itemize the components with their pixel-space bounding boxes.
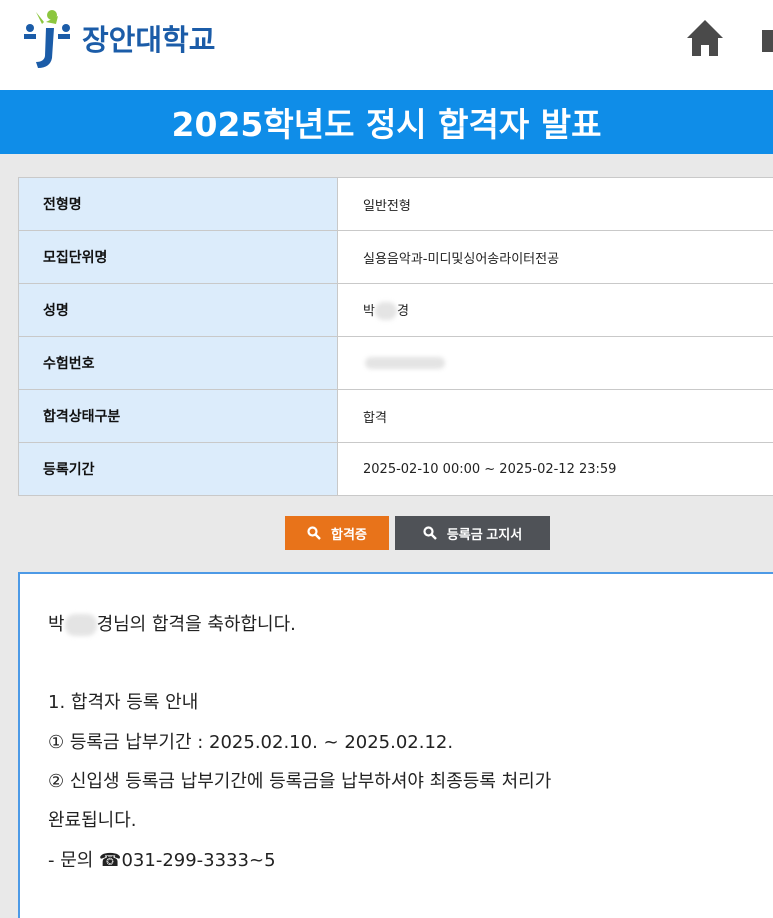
- logo-text: 장안대학교: [82, 23, 216, 57]
- site-header: 장안대학교: [0, 0, 773, 90]
- search-icon: [307, 526, 321, 540]
- table-row: 전형명 일반전형: [18, 177, 773, 231]
- search-icon: [423, 526, 437, 540]
- table-row: 수험번호: [18, 336, 773, 390]
- row-label: 전형명: [18, 177, 338, 231]
- name-suffix: 경: [396, 303, 409, 319]
- pass-status: 합격: [337, 389, 773, 443]
- university-logo[interactable]: 장안대학교: [16, 6, 215, 70]
- result-table: 전형명 일반전형 모집단위명 실용음악과-미디및싱어송라이터전공 성명 박경 수…: [18, 177, 773, 496]
- name-prefix: 박: [363, 303, 375, 319]
- row-label: 수험번호: [18, 336, 338, 390]
- action-buttons: 합격증 등록금 고지서: [285, 516, 550, 550]
- row-label: 모집단위명: [18, 230, 338, 284]
- payment-period-line: ① 등록금 납부기간 : 2025.02.10. ~ 2025.02.12.: [48, 732, 454, 753]
- table-row: 모집단위명 실용음악과-미디및싱어송라이터전공: [18, 230, 773, 284]
- row-label: 합격상태구분: [18, 389, 338, 443]
- registration-period: 2025-02-10 00:00 ~ 2025-02-12 23:59: [337, 442, 773, 496]
- pass-certificate-button[interactable]: 합격증: [285, 516, 389, 550]
- greeting-prefix: 박: [48, 614, 65, 635]
- payment-instruction-continued: 완료됩니다.: [48, 810, 137, 831]
- payment-instruction-line: ② 신입생 등록금 납부기간에 등록금을 납부하셔야 최종등록 처리가: [48, 771, 552, 792]
- table-row: 합격상태구분 합격: [18, 389, 773, 443]
- announcement-banner: 2025학년도 정시 합격자 발표: [0, 90, 773, 154]
- applicant-name: 박경: [337, 283, 773, 337]
- row-value: 일반전형: [337, 177, 773, 231]
- page-title: 2025학년도 정시 합격자 발표: [171, 105, 602, 144]
- row-value: 실용음악과-미디및싱어송라이터전공: [337, 230, 773, 284]
- congratulation-message: 박 경님의 합격을 축하합니다.: [48, 610, 296, 636]
- row-label: 등록기간: [18, 442, 338, 496]
- home-icon[interactable]: [686, 18, 724, 58]
- pass-certificate-label: 합격증: [331, 526, 367, 542]
- row-label: 성명: [18, 283, 338, 337]
- notice-box: 박 경님의 합격을 축하합니다. 1. 합격자 등록 안내 ① 등록금 납부기간 …: [18, 572, 773, 918]
- contact-line: - 문의 ☎031-299-3333~5: [48, 850, 276, 871]
- redacted-name: [64, 614, 97, 636]
- logo-emblem-icon: [24, 10, 70, 68]
- tuition-bill-button[interactable]: 등록금 고지서: [395, 516, 550, 550]
- redacted-name: [374, 302, 397, 321]
- tuition-bill-label: 등록금 고지서: [446, 526, 523, 542]
- table-row: 성명 박경: [18, 283, 773, 337]
- redacted-exam-number: [365, 357, 445, 369]
- exam-number: [337, 336, 773, 390]
- table-row: 등록기간 2025-02-10 00:00 ~ 2025-02-12 23:59: [18, 442, 773, 496]
- section-title: 1. 합격자 등록 안내: [48, 692, 199, 713]
- greeting-suffix: 경님의 합격을 축하합니다.: [96, 614, 296, 635]
- menu-icon[interactable]: [762, 30, 773, 52]
